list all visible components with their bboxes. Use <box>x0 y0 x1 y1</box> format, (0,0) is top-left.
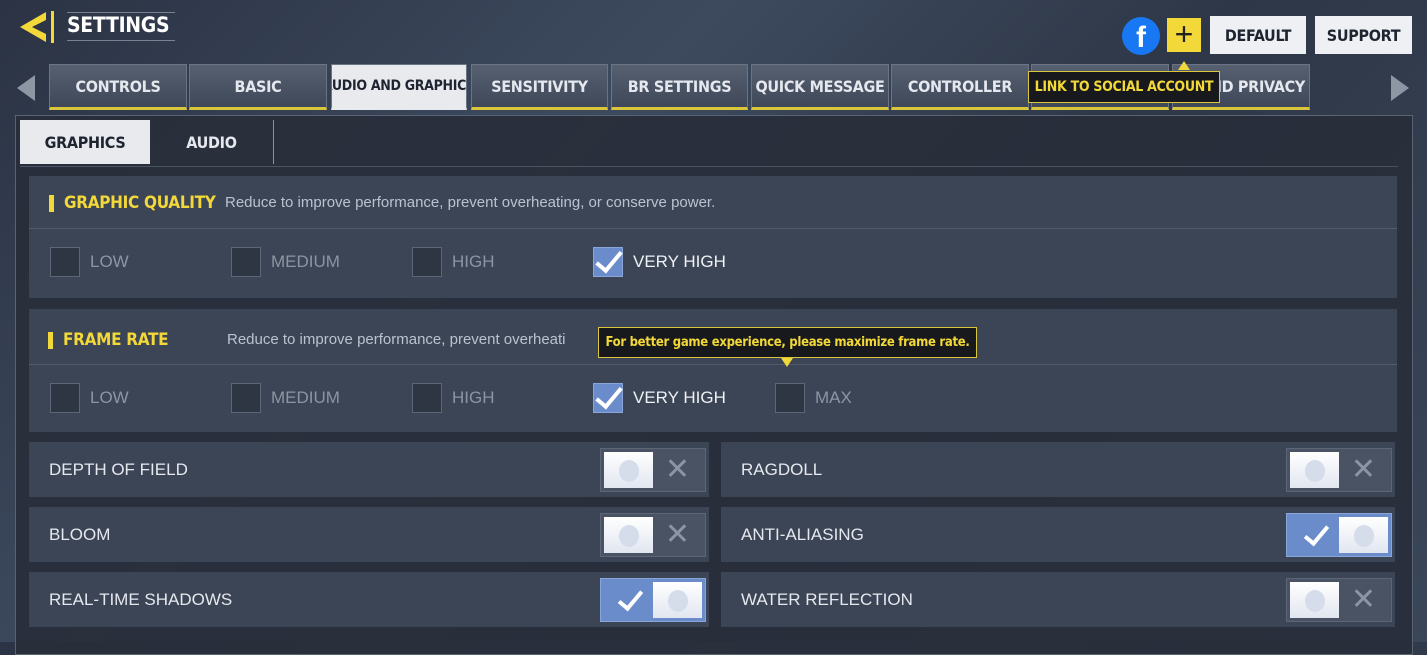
check-icon <box>604 582 653 618</box>
toggle-knob <box>604 516 653 553</box>
toggle-knob <box>1339 516 1388 553</box>
checkbox[interactable] <box>231 383 261 413</box>
option-medium[interactable]: MEDIUM <box>231 383 340 413</box>
setting-label: RAGDOLL <box>741 459 823 479</box>
option-very-high[interactable]: VERY HIGH <box>593 383 726 413</box>
divider <box>29 228 1397 229</box>
plus-icon[interactable]: + <box>1167 18 1201 52</box>
option-label: HIGH <box>452 252 495 271</box>
option-high[interactable]: HIGH <box>412 247 495 277</box>
option-low[interactable]: LOW <box>50 383 129 413</box>
tab-scroll-right-icon[interactable] <box>1391 75 1409 101</box>
option-high[interactable]: HIGH <box>412 383 495 413</box>
close-icon: ✕ <box>1350 452 1377 486</box>
page-title: SETTINGS <box>67 12 176 41</box>
tooltip-pointer <box>781 358 793 367</box>
close-icon: ✕ <box>664 517 691 551</box>
tab[interactable]: BASIC <box>189 64 327 110</box>
option-max[interactable]: MAX <box>775 383 852 413</box>
option-label: VERY HIGH <box>633 252 726 271</box>
setting-row-depth-of-field: DEPTH OF FIELD ✕ <box>29 442 709 497</box>
support-button[interactable]: SUPPORT <box>1315 16 1412 54</box>
toggle-knob <box>1290 451 1339 488</box>
option-label: MEDIUM <box>271 252 340 271</box>
tab[interactable]: AUDIO AND GRAPHICS <box>331 64 467 110</box>
default-button[interactable]: DEFAULT <box>1210 16 1306 54</box>
setting-label: WATER REFLECTION <box>741 589 913 609</box>
toggle-knob <box>1290 581 1339 618</box>
option-label: MAX <box>815 388 852 407</box>
toggle-switch[interactable]: ✕ <box>600 447 706 492</box>
section-description: Reduce to improve performance, prevent o… <box>227 331 566 348</box>
option-label: HIGH <box>452 388 495 407</box>
tab[interactable]: CONTROLLER <box>891 64 1029 110</box>
option-label: VERY HIGH <box>633 388 726 407</box>
checkbox[interactable] <box>593 247 623 277</box>
setting-row-bloom: BLOOM ✕ <box>29 507 709 562</box>
section-title: GRAPHIC QUALITY <box>49 192 216 214</box>
option-medium[interactable]: MEDIUM <box>231 247 340 277</box>
setting-row-anti-aliasing: ANTI-ALIASING <box>721 507 1395 562</box>
option-label: MEDIUM <box>271 388 340 407</box>
tab[interactable]: CONTROLS <box>49 64 187 110</box>
facebook-icon[interactable]: f <box>1122 17 1160 55</box>
tooltip-pointer <box>1178 61 1190 70</box>
setting-row-water-reflection: WATER REFLECTION ✕ <box>721 572 1395 627</box>
toggle-switch[interactable]: ✕ <box>1286 577 1392 622</box>
tab[interactable]: SENSITIVITY <box>471 64 608 110</box>
option-label: LOW <box>90 252 129 271</box>
subtab-audio[interactable]: AUDIO <box>150 120 274 164</box>
tab[interactable]: BR SETTINGS <box>611 64 748 110</box>
option-low[interactable]: LOW <box>50 247 129 277</box>
toggle-switch[interactable] <box>600 577 706 622</box>
toggle-knob <box>653 581 702 618</box>
toggle-switch[interactable] <box>1286 512 1392 557</box>
social-account-tooltip[interactable]: LINK TO SOCIAL ACCOUNT <box>1028 71 1220 103</box>
checkbox[interactable] <box>775 383 805 413</box>
check-icon <box>1290 517 1339 553</box>
divider <box>20 166 1398 167</box>
setting-label: DEPTH OF FIELD <box>49 459 188 479</box>
option-very-high[interactable]: VERY HIGH <box>593 247 726 277</box>
option-label: LOW <box>90 388 129 407</box>
checkbox[interactable] <box>412 247 442 277</box>
close-icon: ✕ <box>664 452 691 486</box>
checkbox[interactable] <box>412 383 442 413</box>
subtab-graphics[interactable]: GRAPHICS <box>20 120 150 164</box>
tab[interactable]: QUICK MESSAGE <box>751 64 889 110</box>
checkbox[interactable] <box>50 383 80 413</box>
section-description: Reduce to improve performance, prevent o… <box>225 194 716 211</box>
toggle-switch[interactable]: ✕ <box>1286 447 1392 492</box>
divider <box>29 364 1397 365</box>
back-arrow-icon[interactable] <box>18 10 56 44</box>
checkbox[interactable] <box>593 383 623 413</box>
setting-row-real-time-shadows: REAL-TIME SHADOWS <box>29 572 709 627</box>
close-icon: ✕ <box>1350 582 1377 616</box>
frame-rate-tooltip: For better game experience, please maxim… <box>598 327 977 358</box>
tab-scroll-left-icon[interactable] <box>17 75 35 101</box>
setting-label: BLOOM <box>49 524 111 544</box>
toggle-switch[interactable]: ✕ <box>600 512 706 557</box>
checkbox[interactable] <box>50 247 80 277</box>
setting-row-ragdoll: RAGDOLL ✕ <box>721 442 1395 497</box>
section-title: FRAME RATE <box>48 329 169 351</box>
checkbox[interactable] <box>231 247 261 277</box>
setting-label: REAL-TIME SHADOWS <box>49 589 233 609</box>
toggle-knob <box>604 451 653 488</box>
setting-label: ANTI-ALIASING <box>741 524 864 544</box>
